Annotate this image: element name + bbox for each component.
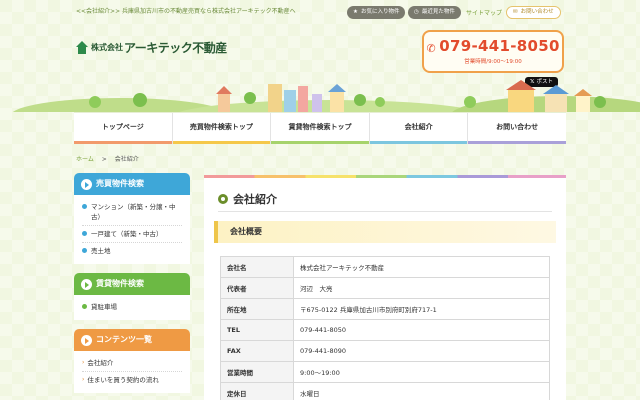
section-heading: 会社概要 (214, 221, 556, 243)
table-row: 定休日 水曜日 (220, 382, 550, 400)
bullet-icon (82, 204, 87, 209)
sidebar-rent-header: 賃貸物件検索 (74, 273, 190, 295)
favorites-button[interactable]: ★ お気に入り物件 (347, 6, 406, 19)
sidebar-item-parking[interactable]: 貸駐車場 (82, 299, 182, 315)
arrow-circle-icon (81, 278, 92, 290)
bullet-icon (82, 248, 87, 253)
breadcrumb: ホーム > 会社紹介 (76, 154, 139, 163)
table-row: 営業時間 9:00～19:00 (220, 361, 550, 383)
nav-rent-search[interactable]: 賃貸物件検索トップ (271, 113, 370, 144)
clock-icon: ◷ (414, 9, 419, 15)
nav-contact[interactable]: お問い合わせ (468, 113, 566, 144)
nav-sale-search[interactable]: 売買物件検索トップ (172, 113, 272, 144)
business-hours: 営業時間/9:00～19:00 (464, 59, 522, 65)
company-info-table: 会社名 株式会社アーキテック不動産 代表者 河辺 大亮 所在地 〒675-0122 兵… (220, 256, 550, 400)
nav-company[interactable]: 会社紹介 (369, 113, 469, 144)
site-logo[interactable]: 株式会社 アーキテック不動産 (76, 39, 227, 56)
ring-icon (218, 194, 228, 204)
main-content: 会社紹介 会社概要 会社名 株式会社アーキテック不動産 代表者 河辺 大亮 所在地〒… (204, 175, 566, 400)
bullet-icon (82, 304, 87, 309)
table-row: 会社名 株式会社アーキテック不動産 (220, 256, 550, 278)
sitemap-link[interactable]: サイトマップ (466, 8, 502, 17)
global-nav: トップページ 売買物件検索トップ 賃貸物件検索トップ 会社紹介 お問い合わせ (74, 112, 566, 144)
table-row: FAX 079-441-8090 (220, 340, 550, 362)
mail-icon: ✉ (513, 9, 518, 15)
top-bar: <<会社紹介>> 兵庫県加古川市の不動産売買なら株式会社アーキテック不動産へ ★… (0, 0, 640, 22)
arrow-circle-icon (81, 178, 92, 190)
sidebar-contents-list: › 会社紹介 › 住まいを買う契約の流れ (74, 351, 190, 393)
site-tagline: <<会社紹介>> 兵庫県加古川市の不動産売買なら株式会社アーキテック不動産へ (76, 8, 296, 15)
sidebar-item-company[interactable]: › 会社紹介 (82, 355, 182, 372)
breadcrumb-current: 会社紹介 (114, 156, 139, 163)
phone-box: ✆ 079-441-8050 営業時間/9:00～19:00 (422, 30, 564, 73)
nav-top-page[interactable]: トップページ (74, 113, 173, 144)
chevron-right-icon: › (82, 376, 85, 383)
page-title: 会社紹介 (218, 191, 277, 207)
sidebar-item-house[interactable]: 一戸建て（新築・中古） (82, 226, 182, 243)
house-logo-icon (76, 40, 88, 55)
sidebar-item-buy-flow[interactable]: › 住まいを買う契約の流れ (82, 372, 182, 388)
logo-name: アーキテック不動産 (124, 41, 227, 55)
arrow-circle-icon (81, 334, 92, 346)
bullet-icon (82, 231, 87, 236)
rainbow-stripe (204, 175, 566, 178)
table-row: TEL 079-441-8050 (220, 319, 550, 341)
sidebar-item-land[interactable]: 売土地 (82, 243, 182, 259)
chevron-right-icon: › (82, 359, 85, 366)
recent-viewed-button[interactable]: ◷ 最近見た物件 (408, 6, 461, 19)
town-illustration (0, 80, 640, 112)
sidebar-contents-header: コンテンツ一覧 (74, 329, 190, 351)
phone-number[interactable]: 079-441-8050 (439, 37, 559, 55)
star-icon: ★ (353, 9, 358, 15)
sidebar-rent-list: 貸駐車場 (74, 295, 190, 320)
table-row: 代表者 河辺 大亮 (220, 277, 550, 299)
logo-prefix: 株式会社 (91, 43, 123, 52)
phone-icon: ✆ (426, 42, 437, 55)
sidebar-sale-list: マンション（新築・分譲・中古） 一戸建て（新築・中古） 売土地 (74, 195, 190, 264)
table-row: 所在地 〒675-0122 兵庫県加古川市別府町別府717-1 (220, 298, 550, 320)
sidebar-sale-header: 売買物件検索 (74, 173, 190, 195)
sidebar-item-mansion[interactable]: マンション（新築・分譲・中古） (82, 199, 182, 226)
contact-top-button[interactable]: ✉ お問い合わせ (506, 6, 561, 19)
sidebar: 売買物件検索 マンション（新築・分譲・中古） 一戸建て（新築・中古） 売土地 賃… (74, 173, 190, 400)
breadcrumb-home[interactable]: ホーム (76, 156, 94, 163)
breadcrumb-separator: > (101, 156, 107, 163)
title-divider (218, 211, 552, 212)
